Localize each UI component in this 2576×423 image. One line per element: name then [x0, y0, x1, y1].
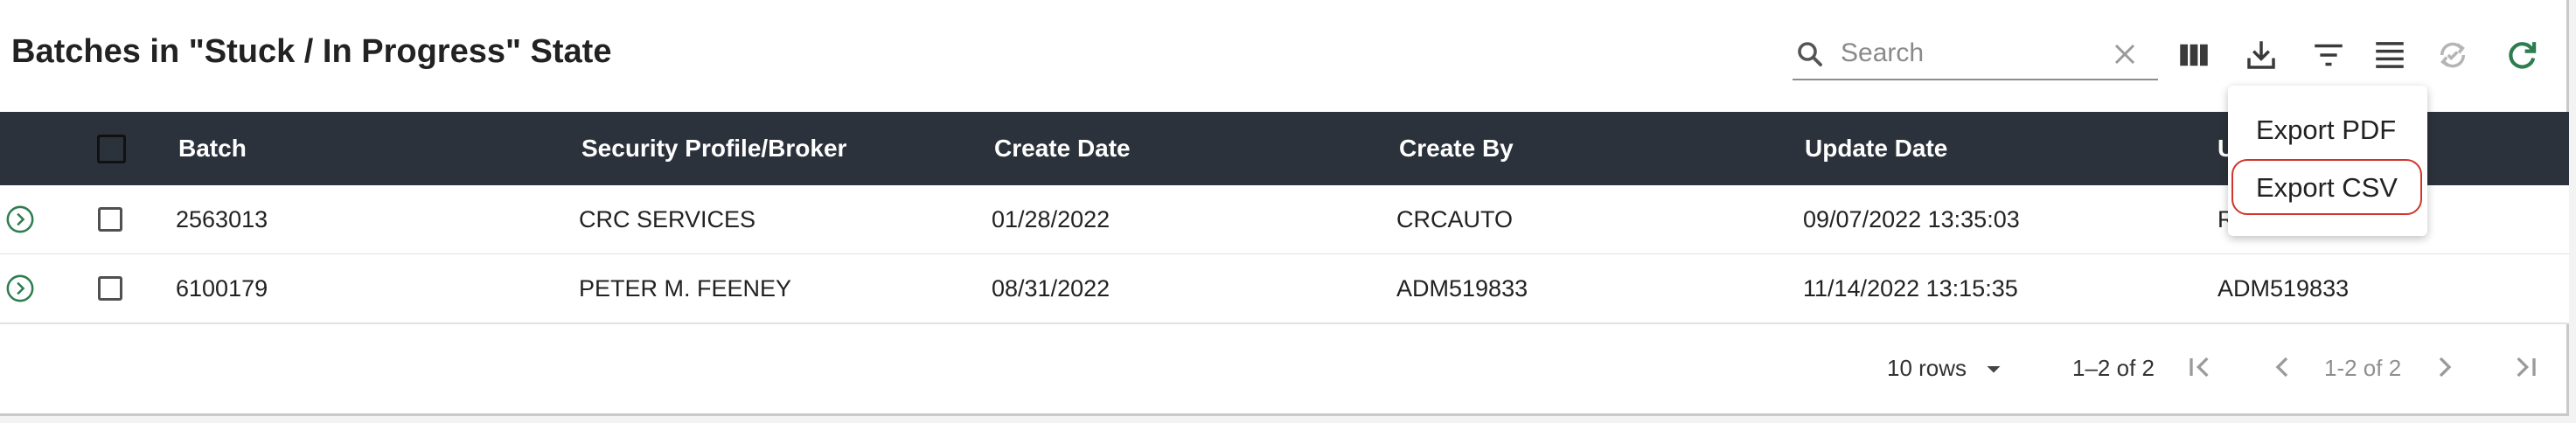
- chevron-down-icon[interactable]: [1978, 353, 2009, 385]
- batches-panel: Batches in "Stuck / In Progress" State S…: [0, 0, 2569, 416]
- expand-row-icon[interactable]: [5, 205, 35, 234]
- cell-broker: PETER M. FEENEY: [579, 275, 792, 302]
- cell-create-date: 01/28/2022: [992, 206, 1110, 232]
- column-header-update-date[interactable]: Update Date: [1805, 135, 1947, 163]
- refresh-button[interactable]: [2501, 33, 2545, 77]
- column-header-batch[interactable]: Batch: [178, 135, 247, 163]
- cell-create-by: CRCAUTO: [1396, 206, 1514, 232]
- density-icon: [2376, 42, 2404, 68]
- sync-disabled-button[interactable]: [2431, 33, 2475, 77]
- row-checkbox[interactable]: [98, 276, 122, 301]
- clear-icon[interactable]: [2107, 37, 2142, 72]
- expand-row-icon[interactable]: [5, 274, 35, 303]
- cell-create-date: 08/31/2022: [992, 275, 1110, 302]
- cell-update-date: 09/07/2022 13:35:03: [1803, 206, 2020, 232]
- cell-broker: CRC SERVICES: [579, 206, 756, 232]
- export-csv-label: Export CSV: [2256, 172, 2398, 203]
- pagination-range: 1–2 of 2: [2072, 355, 2155, 381]
- export-pdf-item[interactable]: Export PDF: [2228, 101, 2427, 157]
- first-page-icon[interactable]: [2183, 350, 2217, 385]
- search-icon: [1798, 42, 1822, 66]
- export-menu: Export PDF Export CSV: [2228, 86, 2427, 236]
- view-columns-icon: [2180, 44, 2208, 66]
- rows-per-page-select[interactable]: 10 rows: [1887, 355, 1967, 382]
- cell-batch: 6100179: [176, 275, 268, 302]
- cell-update-date: 11/14/2022 13:15:35: [1803, 275, 2018, 302]
- page-label: 1-2 of 2: [2324, 355, 2402, 381]
- pagination-bar: 10 rows 1–2 of 2 1-2 of 2: [0, 332, 2569, 411]
- view-columns-button[interactable]: [2172, 33, 2216, 77]
- table-row[interactable]: 2563013 CRC SERVICES 01/28/2022 CRCAUTO …: [0, 185, 2569, 255]
- sync-disabled-icon: [2440, 42, 2466, 68]
- search-input[interactable]: Search: [1841, 38, 1924, 68]
- column-header-create-by[interactable]: Create By: [1399, 135, 1514, 163]
- cell-create-by: ADM519833: [1396, 275, 1528, 302]
- column-header-create-date[interactable]: Create Date: [994, 135, 1131, 163]
- filter-icon: [2315, 44, 2343, 66]
- previous-page-icon[interactable]: [2265, 350, 2300, 385]
- next-page-icon[interactable]: [2427, 350, 2462, 385]
- cell-update-by: ADM519833: [2217, 275, 2350, 302]
- cell-batch: 2563013: [176, 206, 268, 232]
- column-header-broker[interactable]: Security Profile/Broker: [581, 135, 846, 163]
- table-header: Batch Security Profile/Broker Create Dat…: [0, 112, 2569, 185]
- refresh-icon: [2509, 42, 2537, 69]
- export-csv-item[interactable]: Export CSV: [2231, 159, 2422, 215]
- last-page-icon[interactable]: [2508, 350, 2543, 385]
- page-title: Batches in "Stuck / In Progress" State: [11, 33, 612, 70]
- row-checkbox[interactable]: [98, 207, 122, 232]
- table-row[interactable]: 6100179 PETER M. FEENEY 08/31/2022 ADM51…: [0, 254, 2569, 324]
- download-icon: [2247, 41, 2275, 69]
- export-pdf-label: Export PDF: [2256, 114, 2397, 145]
- density-button[interactable]: [2368, 33, 2412, 77]
- search-field[interactable]: Search: [1793, 31, 2158, 80]
- download-button[interactable]: [2239, 33, 2283, 77]
- select-all-checkbox[interactable]: [97, 135, 126, 163]
- filter-button[interactable]: [2307, 33, 2350, 77]
